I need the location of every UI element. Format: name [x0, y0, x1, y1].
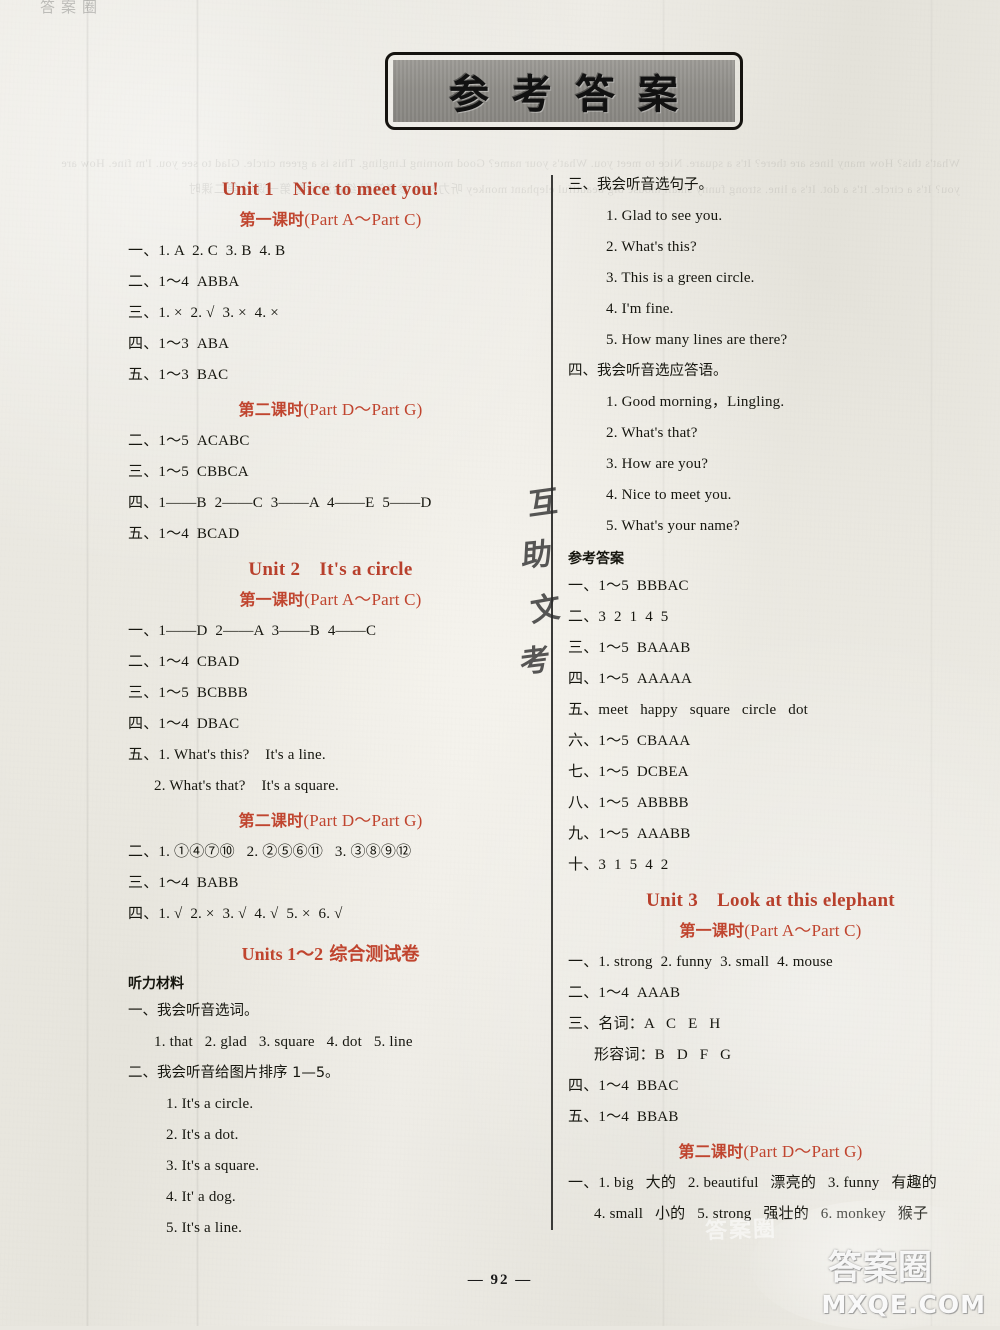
unit-1-title: Nice to meet you!: [293, 179, 439, 200]
answer-line: 二、1～4 AAAB: [568, 985, 681, 1001]
answer-line: 二、1～4 ABBA: [128, 274, 240, 290]
answer-line: 一、1. big 大的 2. beautiful 漂亮的 3. funny 有趣…: [568, 1175, 937, 1191]
answer-line: 九、1～5 AAABB: [568, 826, 691, 842]
answer-line: 三、1～5 BAAAB: [568, 640, 691, 656]
answer-line: 五、1～3 BAC: [128, 367, 229, 383]
question-3-item: 4. I'm fine.: [606, 301, 674, 317]
listening-material-heading: 听力材料: [128, 976, 184, 992]
unit-2-heading: Unit 2 It's a circle: [128, 559, 533, 581]
question-3-item: 5. How many lines are there?: [606, 332, 788, 348]
question-4-item: 1. Good morning，Lingling.: [606, 394, 785, 410]
answer-line: 一、1. A 2. C 3. B 4. B: [128, 243, 286, 259]
units-test-title: 综合测试卷: [329, 944, 420, 965]
answer-line: 形容词：B D F G: [594, 1047, 732, 1063]
page-number: — 92 —: [467, 1272, 533, 1288]
title-char-2: 考: [512, 72, 553, 118]
answer-line: 三、1～5 CBBCA: [128, 464, 249, 480]
lesson-2-parts: (Part D～Part G): [303, 811, 423, 830]
reference-answers-heading: 参考答案: [568, 551, 624, 567]
question-3-heading: 三、我会听音选句子。: [568, 177, 713, 193]
question-3-item: 2. What's this?: [606, 239, 697, 255]
answer-line: 4. small 小的 5. strong 强壮的 6. monkey 猴子: [594, 1206, 929, 1222]
page-title-banner: 参 考 答 案: [385, 52, 743, 130]
right-column: 三、我会听音选句子。 1. Glad to see you. 2. What's…: [568, 170, 973, 1230]
answer-line: 八、1～5 ABBBB: [568, 795, 689, 811]
question-3-item: 1. Glad to see you.: [606, 208, 723, 224]
answer-line: 四、1——B 2——C 3——A 4——E 5——D: [128, 495, 432, 511]
answer-line: 三、1. × 2. √ 3. × 4. ×: [128, 305, 279, 321]
question-4-item: 4. Nice to meet you.: [606, 487, 732, 503]
left-column: Unit 1 Nice to meet you! 第一课时(Part A～Par…: [128, 170, 533, 1244]
title-char-1: 参: [449, 72, 490, 118]
answer-line: 二、1～5 ACABC: [128, 433, 250, 449]
question-2-item: 2. It's a dot.: [166, 1127, 239, 1143]
units-test-heading: Units 1～2 综合测试卷: [128, 940, 533, 966]
answer-line: 2. What's that? It's a square.: [154, 778, 340, 794]
answer-line: 三、名词：A C E H: [568, 1016, 721, 1032]
title-char-3: 答: [575, 72, 616, 118]
question-4-heading: 四、我会听音选应答语。: [568, 363, 728, 379]
lesson-1-cn-label: 第一课时: [239, 590, 305, 609]
unit-1-lesson-2-heading: 第二课时(Part D～Part G): [128, 395, 533, 420]
answer-line: 一、1～5 BBBAC: [568, 578, 689, 594]
question-2-item: 5. It's a line.: [166, 1220, 243, 1236]
question-3-item: 3. This is a green circle.: [606, 270, 755, 286]
answer-line: 三、1～5 BCBBB: [128, 685, 248, 701]
unit-2-lesson-2-heading: 第二课时(Part D～Part G): [128, 806, 533, 831]
title-plate: 参 考 答 案: [393, 60, 735, 122]
unit-1-label: Unit 1: [222, 179, 274, 200]
lesson-1-parts: (Part A～Part C): [744, 921, 862, 940]
lesson-2-cn-label: 第二课时: [678, 1142, 744, 1161]
answer-line: 五、1～4 BBAB: [568, 1109, 679, 1125]
question-2-item: 1. It's a circle.: [166, 1096, 254, 1112]
lesson-2-cn-label: 第二课时: [238, 400, 304, 419]
unit-3-label: Unit 3: [646, 890, 699, 911]
answer-line: 五、1. What's this? It's a line.: [128, 747, 326, 763]
answer-line: 二、1～4 CBAD: [128, 654, 240, 670]
unit-2-label: Unit 2: [248, 559, 301, 580]
answer-line: 四、1～5 AAAAA: [568, 671, 693, 687]
unit-2-title: It's a circle: [319, 559, 413, 580]
lesson-2-cn-label: 第二课时: [238, 811, 304, 830]
question-4-item: 2. What's that?: [606, 425, 698, 441]
answer-line: 五、meet happy square circle dot: [568, 702, 809, 718]
question-4-item: 5. What's your name?: [606, 518, 740, 534]
question-4-item: 3. How are you?: [606, 456, 709, 472]
unit-3-heading: Unit 3 Look at this elephant: [568, 890, 973, 912]
unit-1-heading: Unit 1 Nice to meet you!: [128, 179, 533, 201]
answer-line: 四、1～4 DBAC: [128, 716, 240, 732]
lesson-2-parts: (Part D～Part G): [303, 400, 423, 419]
answer-line: 四、1. √ 2. × 3. √ 4. √ 5. × 6. √: [128, 906, 343, 922]
lesson-1-parts: (Part A～Part C): [304, 210, 422, 229]
lesson-1-cn-label: 第一课时: [679, 921, 745, 940]
answer-line: 二、3 2 1 4 5: [568, 609, 669, 625]
question-1-heading: 一、我会听音选词。: [128, 1003, 259, 1019]
answer-line: 二、1. ①④⑦⑩ 2. ②⑤⑥⑪ 3. ③⑧⑨⑫: [128, 844, 412, 860]
answer-line: 四、1～4 BBAC: [568, 1078, 679, 1094]
question-2-item: 3. It's a square.: [166, 1158, 260, 1174]
question-2-item: 4. It' a dog.: [166, 1189, 236, 1205]
unit-3-lesson-1-heading: 第一课时(Part A～Part C): [568, 916, 973, 941]
answer-line: 四、1～3 ABA: [128, 336, 230, 352]
unit-1-lesson-1-heading: 第一课时(Part A～Part C): [128, 205, 533, 230]
answer-line: 十、3 1 5 4 2: [568, 857, 669, 873]
unit-3-title: Look at this elephant: [717, 890, 895, 911]
answer-line: 五、1～4 BCAD: [128, 526, 240, 542]
answer-line: 七、1～5 DCBEA: [568, 764, 689, 780]
answer-line: 三、1～4 BABB: [128, 875, 239, 891]
answer-line: 一、1——D 2——A 3——B 4——C: [128, 623, 377, 639]
unit-2-lesson-1-heading: 第一课时(Part A～Part C): [128, 585, 533, 610]
title-char-4: 案: [638, 72, 679, 118]
units-test-range: Units 1～2: [241, 944, 324, 964]
column-divider: [551, 175, 553, 1230]
answer-line: 六、1～5 CBAAA: [568, 733, 691, 749]
answer-line: 一、1. strong 2. funny 3. small 4. mouse: [568, 954, 833, 970]
lesson-1-parts: (Part A～Part C): [304, 590, 422, 609]
question-2-heading: 二、我会听音给图片排序 1—5。: [128, 1065, 340, 1081]
answer-key-content: Unit 1 Nice to meet you! 第一课时(Part A～Par…: [0, 170, 1000, 1250]
unit-3-lesson-2-heading: 第二课时(Part D～Part G): [568, 1137, 973, 1162]
question-1-items: 1. that 2. glad 3. square 4. dot 5. line: [154, 1034, 413, 1050]
lesson-2-parts: (Part D～Part G): [743, 1142, 863, 1161]
lesson-1-cn-label: 第一课时: [239, 210, 305, 229]
